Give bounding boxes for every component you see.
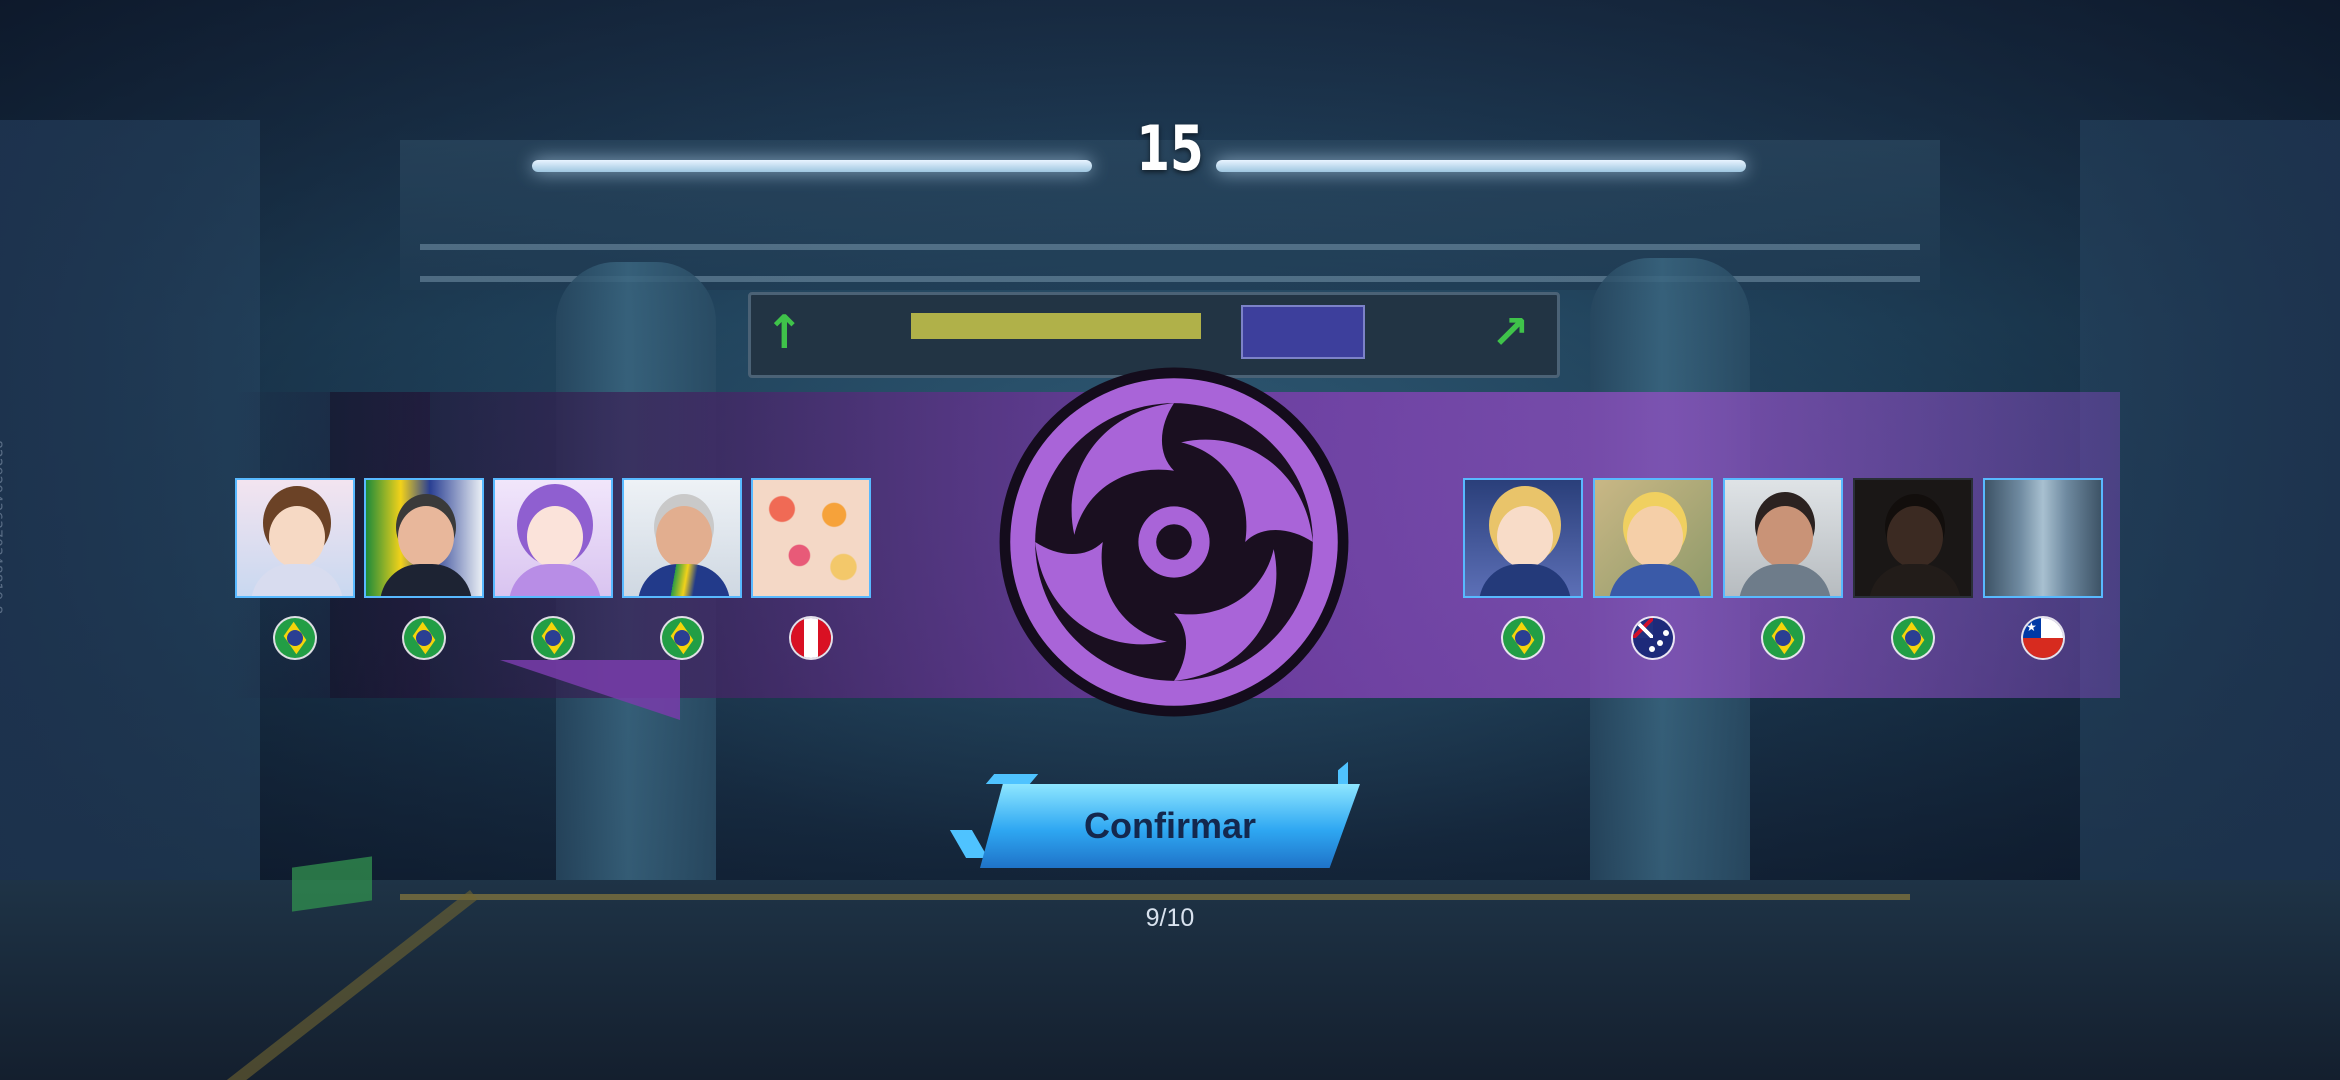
sign-panel <box>1241 305 1365 359</box>
flag-brazil-icon <box>1893 618 1933 658</box>
button-shard <box>949 830 989 858</box>
player-slot[interactable] <box>1593 478 1717 668</box>
confirm-button[interactable]: Confirmar <box>980 784 1360 868</box>
player-slot[interactable] <box>622 478 746 668</box>
flag-brazil-icon <box>533 618 573 658</box>
spiral-role-emblem-icon <box>999 367 1349 717</box>
floor-line <box>400 894 1910 900</box>
session-id: 822929436370348819-8 <box>0 440 4 615</box>
flag-brazil-icon <box>1503 618 1543 658</box>
dark-selfie-avatar <box>1853 478 1973 598</box>
flag-chile-icon <box>2023 618 2063 658</box>
flag-brazil-icon <box>404 618 444 658</box>
anime-mage-avatar <box>1463 478 1583 598</box>
flag-brazil-icon <box>275 618 315 658</box>
confirmed-count: 9/10 <box>1145 904 1195 932</box>
player-slot[interactable] <box>1723 478 1847 668</box>
flag-peru-icon <box>791 618 831 658</box>
player-slot[interactable] <box>493 478 617 668</box>
left-wall <box>0 120 260 1000</box>
city-street-avatar <box>1983 478 2103 598</box>
cartoon-money-avatar <box>1593 478 1713 598</box>
man-with-sash-avatar <box>364 478 484 598</box>
countdown-timer: 15 <box>1136 112 1204 185</box>
chibi-girl-avatar <box>493 478 613 598</box>
selfie-boy-avatar <box>1723 478 1843 598</box>
ceiling-beam <box>420 244 1920 250</box>
food-photo-avatar <box>751 478 871 598</box>
flag-australia-icon <box>1633 618 1673 658</box>
band-decoration <box>500 660 680 720</box>
confirm-button-frame: Confirmar <box>949 760 1390 890</box>
player-slot[interactable] <box>1853 478 1977 668</box>
up-right-arrow-icon: ↗ <box>1491 305 1530 359</box>
flag-brazil-icon <box>662 618 702 658</box>
ceiling-light <box>1216 160 1746 172</box>
sign-panel <box>911 313 1201 339</box>
player-slot[interactable] <box>235 478 359 668</box>
flag-brazil-icon <box>1763 618 1803 658</box>
player-slot[interactable] <box>364 478 488 668</box>
ceiling-light <box>532 160 1092 172</box>
match-found-screen: ↑ ↗ 822929436370348819-8 15 ★ Confirmar … <box>0 0 2340 1080</box>
man-with-sash-avatar <box>622 478 742 598</box>
button-shard <box>985 774 1039 784</box>
player-slot[interactable] <box>1983 478 2107 668</box>
chibi-boy-avatar <box>235 478 355 598</box>
up-arrow-icon: ↑ <box>765 305 804 359</box>
player-slot[interactable] <box>1463 478 1587 668</box>
player-slot[interactable] <box>751 478 875 668</box>
